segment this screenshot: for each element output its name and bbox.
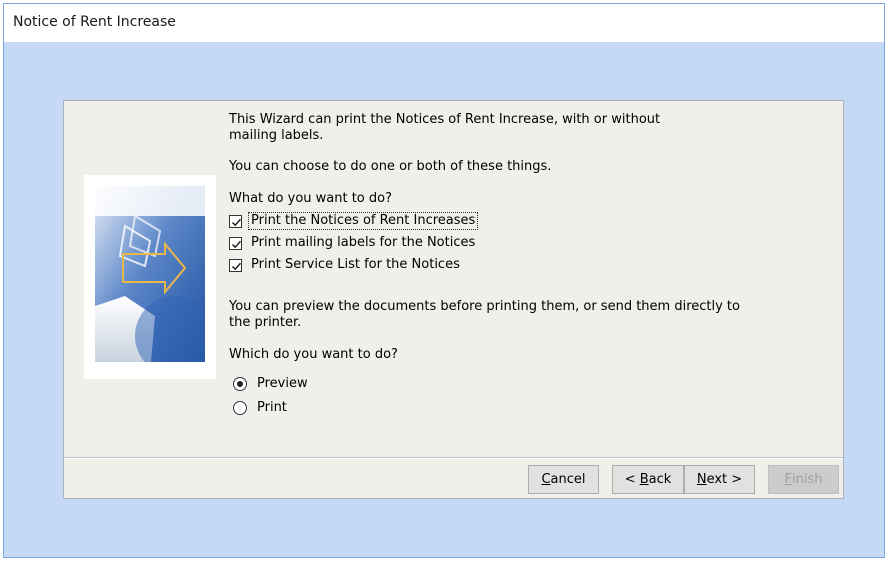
what-question: What do you want to do?: [229, 191, 393, 206]
checkbox-service-list-label[interactable]: Print Service List for the Notices: [249, 257, 462, 273]
next-label-rest: ext >: [706, 472, 743, 487]
radio-preview[interactable]: Preview: [233, 375, 310, 393]
checkmark-icon: [231, 218, 242, 226]
checkbox-mailing-labels[interactable]: Print mailing labels for the Notices: [229, 234, 477, 252]
wizard-illustration: [84, 175, 216, 379]
next-mnemonic: N: [696, 472, 707, 487]
button-divider: [64, 457, 843, 459]
checkmark-icon: [231, 240, 242, 248]
checkbox-print-notices-box[interactable]: [229, 214, 242, 228]
intro-line-1: This Wizard can print the Notices of Ren…: [229, 112, 661, 127]
checkmark-icon: [231, 262, 242, 270]
back-button[interactable]: < Back: [612, 465, 684, 494]
back-label-rest: ack: [648, 472, 672, 487]
title-bar: Notice of Rent Increase: [4, 4, 884, 42]
intro-line-2: mailing labels.: [229, 128, 324, 143]
cancel-mnemonic: C: [541, 472, 551, 487]
next-button[interactable]: Next >: [684, 465, 755, 494]
checkbox-mailing-labels-label[interactable]: Print mailing labels for the Notices: [249, 235, 477, 251]
radio-print-label[interactable]: Print: [255, 400, 289, 416]
checkbox-print-notices-label[interactable]: Print the Notices of Rent Increases: [247, 212, 479, 230]
which-question: Which do you want to do?: [229, 347, 398, 362]
radio-selected-dot: [237, 381, 243, 387]
wizard-window: Notice of Rent Increase This Wizard can …: [3, 3, 885, 558]
back-mnemonic: B: [639, 472, 649, 487]
checkbox-service-list-box[interactable]: [229, 258, 242, 272]
cancel-button[interactable]: Cancel: [528, 465, 599, 494]
finish-button[interactable]: Finish: [768, 465, 839, 494]
checkbox-service-list[interactable]: Print Service List for the Notices: [229, 256, 462, 274]
finish-label-rest: inish: [792, 472, 823, 487]
checkbox-print-notices[interactable]: Print the Notices of Rent Increases: [229, 212, 479, 230]
radio-preview-button[interactable]: [233, 377, 247, 391]
back-prefix: <: [624, 472, 640, 487]
preview-line-2: the printer.: [229, 315, 302, 330]
finish-mnemonic: F: [784, 472, 792, 487]
wizard-panel: This Wizard can print the Notices of Ren…: [63, 100, 844, 499]
radio-print-button[interactable]: [233, 401, 247, 415]
radio-preview-label[interactable]: Preview: [255, 376, 310, 392]
preview-line-1: You can preview the documents before pri…: [229, 299, 740, 314]
cancel-label-rest: ancel: [550, 472, 586, 487]
radio-print[interactable]: Print: [233, 399, 289, 417]
checkbox-mailing-labels-box[interactable]: [229, 236, 242, 250]
wizard-graphic-icon: [95, 186, 205, 362]
window-title: Notice of Rent Increase: [13, 14, 176, 30]
intro-line-3: You can choose to do one or both of thes…: [229, 159, 552, 174]
